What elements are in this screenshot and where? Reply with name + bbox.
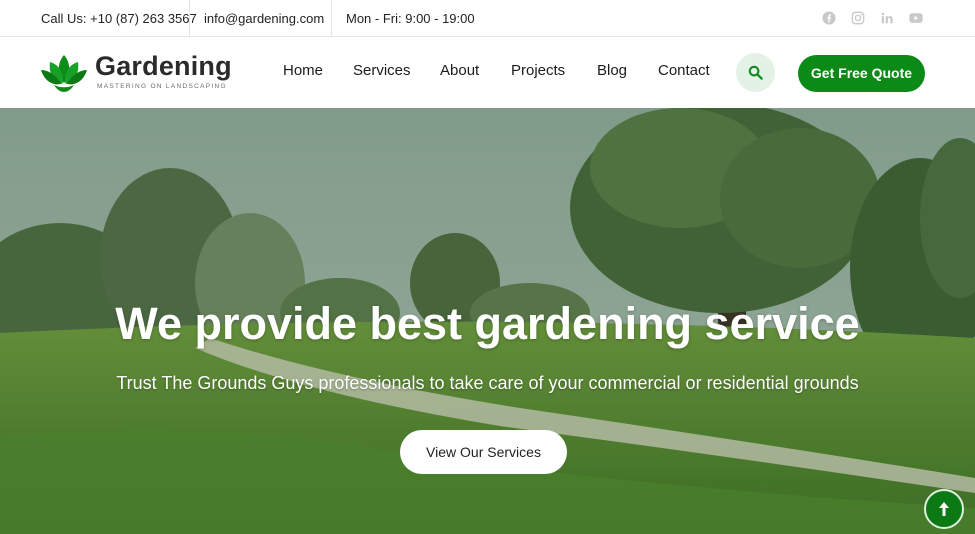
hero-subtitle: Trust The Grounds Guys professionals to …: [116, 373, 859, 393]
nav-item-contact[interactable]: Contact: [658, 62, 710, 79]
linkedin-icon[interactable]: [880, 11, 894, 25]
nav-item-services[interactable]: Services: [353, 62, 411, 79]
lotus-logo-icon[interactable]: [40, 51, 88, 95]
nav-item-projects[interactable]: Projects: [511, 62, 565, 79]
divider: [331, 0, 332, 37]
phone-number[interactable]: Call Us: +10 (87) 263 3567: [41, 0, 197, 37]
brand-tagline: MASTERING ON LANDSCAPING: [97, 83, 227, 90]
arrow-up-icon: [939, 502, 949, 516]
hero-title: We provide best gardening service: [115, 298, 860, 349]
get-free-quote-button[interactable]: Get Free Quote: [798, 55, 925, 92]
nav-item-blog[interactable]: Blog: [597, 62, 627, 79]
hero-section: We provide best gardening service Trust …: [0, 108, 975, 534]
divider: [189, 0, 190, 37]
nav-item-about[interactable]: About: [440, 62, 479, 79]
search-button[interactable]: [736, 53, 775, 92]
nav-item-home[interactable]: Home: [283, 62, 323, 79]
facebook-icon[interactable]: [822, 11, 836, 25]
youtube-icon[interactable]: [909, 11, 923, 25]
instagram-icon[interactable]: [851, 11, 865, 25]
main-header: Gardening MASTERING ON LANDSCAPING Home …: [0, 38, 975, 108]
search-icon: [748, 65, 763, 80]
business-hours: Mon - Fri: 9:00 - 19:00: [346, 11, 475, 26]
scroll-to-top-button[interactable]: [924, 489, 964, 529]
brand-name[interactable]: Gardening: [95, 51, 232, 82]
email-link[interactable]: info@gardening.com: [204, 0, 324, 37]
top-bar: Call Us: +10 (87) 263 3567 info@gardenin…: [0, 0, 975, 37]
view-our-services-button[interactable]: View Our Services: [400, 430, 567, 474]
